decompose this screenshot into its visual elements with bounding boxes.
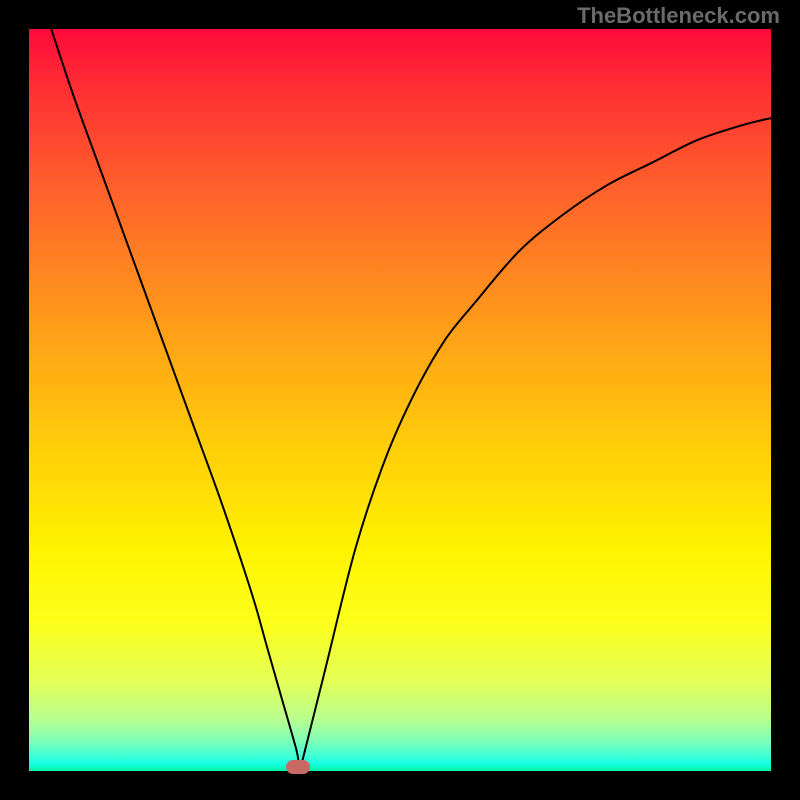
watermark-text: TheBottleneck.com xyxy=(577,3,780,29)
chart-plot-area xyxy=(29,29,771,771)
bottleneck-curve xyxy=(29,29,771,771)
curve-path xyxy=(51,29,771,769)
optimal-point-marker xyxy=(286,760,310,774)
